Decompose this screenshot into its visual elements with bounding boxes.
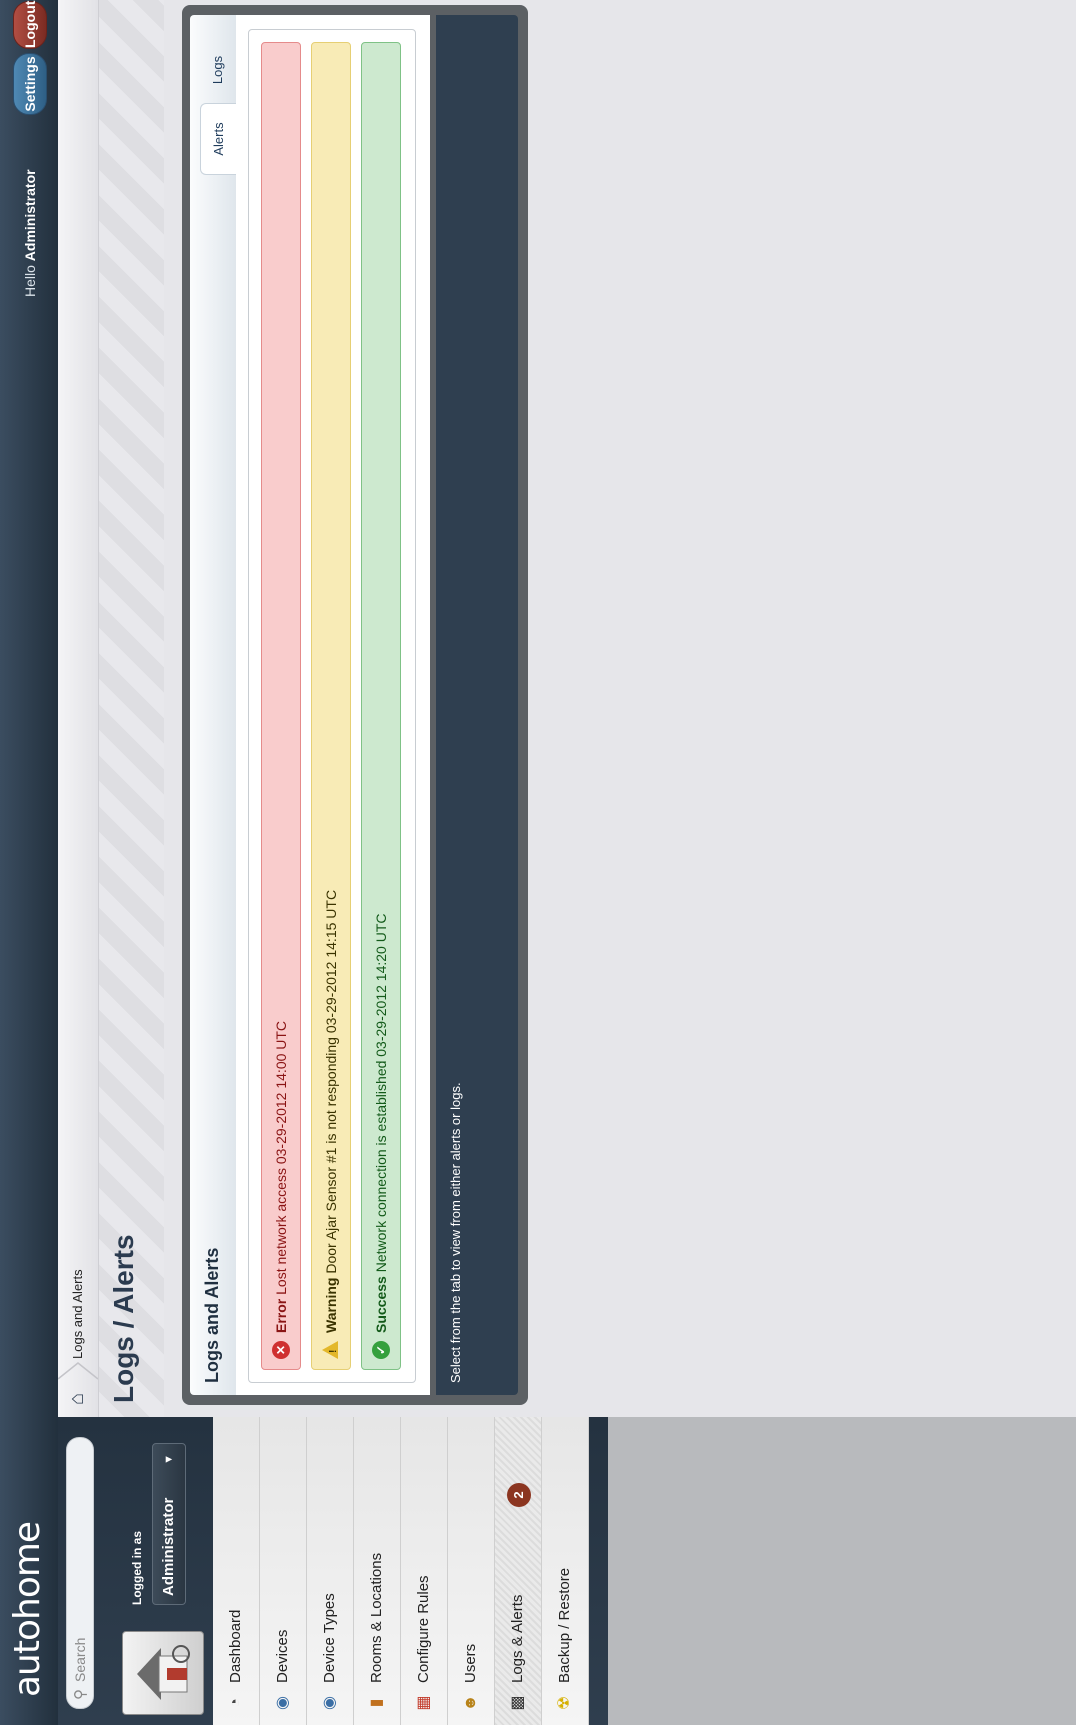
sidebar-item-label: Dashboard — [227, 1609, 244, 1683]
devices-icon: ◉ — [274, 1696, 291, 1710]
greeting-user: Administrator — [22, 169, 38, 262]
page-title: Logs / Alerts — [108, 1234, 139, 1403]
greeting: Hello Administrator — [22, 169, 38, 297]
logout-button[interactable]: Logout — [13, 1, 47, 49]
logged-in-label: Logged in as — [130, 1530, 144, 1605]
tab-logs[interactable]: Logs — [200, 45, 236, 95]
sidebar-item-label: Device Types — [321, 1593, 338, 1683]
greeting-prefix: Hello — [22, 265, 38, 297]
alert-warning: ! Warning Door Ajar Sensor #1 is not res… — [311, 42, 351, 1370]
search-placeholder: Search — [72, 1637, 88, 1682]
breadcrumb-current[interactable]: Logs and Alerts — [70, 1269, 85, 1359]
sidebar-item-device-types[interactable]: ◉ Device Types — [307, 1417, 354, 1725]
sidebar-background — [608, 1417, 1076, 1725]
user-select-value: Administrator — [160, 1497, 177, 1596]
app-screen: autohome Hello Administrator Settings Lo… — [0, 0, 1076, 1725]
sidebar-item-dashboard[interactable]: ◔ Dashboard — [213, 1417, 260, 1725]
alert-message: Door Ajar Sensor #1 is not responding 03… — [323, 889, 339, 1274]
alert-message: Lost network access 03-29-2012 14:00 UTC — [273, 1020, 289, 1295]
logs-alerts-panel: Logs and Alerts Alerts Logs ✕ Error Lost… — [182, 5, 528, 1405]
alert-success: ✓ Success Network connection is establis… — [361, 42, 401, 1370]
top-bar: autohome Hello Administrator Settings Lo… — [0, 0, 58, 1725]
breadcrumb-separator-icon — [58, 1362, 98, 1380]
alert-text: Success Network connection is establishe… — [362, 914, 400, 1333]
sidebar-item-label: Configure Rules — [415, 1575, 432, 1683]
alert-type: Success — [373, 1276, 389, 1333]
sidebar-item-label: Logs & Alerts — [509, 1594, 526, 1683]
settings-button[interactable]: Settings — [13, 53, 47, 115]
panel-title: Logs and Alerts — [202, 1247, 222, 1383]
main-content: ⌂ Logs and Alerts Logs / Alerts Logs and… — [58, 0, 1076, 1417]
breadcrumb: ⌂ Logs and Alerts — [58, 0, 99, 1417]
chevron-down-icon: ▼ — [163, 1454, 175, 1465]
avatar — [122, 1631, 204, 1715]
panel-footer: Select from the tab to view from either … — [436, 15, 518, 1395]
home-icon[interactable]: ⌂ — [66, 1393, 89, 1405]
alert-type: Error — [273, 1298, 289, 1333]
title-band — [99, 0, 164, 1417]
error-icon: ✕ — [272, 1341, 290, 1359]
tab-alerts[interactable]: Alerts — [200, 103, 237, 175]
alert-count-badge: 2 — [507, 1483, 531, 1507]
sidebar-item-label: Users — [462, 1643, 479, 1683]
sidebar-item-backup-restore[interactable]: ☢ Backup / Restore — [542, 1417, 589, 1725]
panel-footer-text: Select from the tab to view from either … — [448, 1082, 463, 1383]
sidebar-item-users[interactable]: ☻ Users — [448, 1417, 495, 1725]
radiation-icon: ☢ — [556, 1695, 573, 1711]
checkmark-icon: ✓ — [372, 1341, 390, 1359]
alert-text: Error Lost network access 03-29-2012 14:… — [262, 1021, 300, 1333]
device-types-icon: ◉ — [321, 1696, 338, 1710]
sidebar-item-label: Rooms & Locations — [368, 1552, 385, 1683]
calendar-icon: ▦ — [415, 1695, 432, 1711]
house-icon — [137, 1645, 190, 1700]
alert-text: Warning Door Ajar Sensor #1 is not respo… — [312, 890, 350, 1333]
sidebar-item-logs-alerts[interactable]: ▩ Logs & Alerts 2 — [495, 1417, 542, 1725]
sidebar-item-label: Devices — [274, 1629, 291, 1683]
user-icon: ☻ — [462, 1694, 479, 1712]
alert-message: Network connection is established 03-29-… — [373, 913, 389, 1273]
panel-header: Logs and Alerts Alerts Logs — [190, 15, 237, 1395]
warning-icon: ! — [322, 1341, 339, 1359]
user-select[interactable]: Administrator ▼ — [152, 1443, 186, 1605]
sidebar-nav: ◔ Dashboard ◉ Devices ◉ Device Types ▮ R… — [213, 1417, 589, 1725]
alerts-list: ✕ Error Lost network access 03-29-2012 1… — [248, 29, 416, 1383]
alert-type: Warning — [323, 1277, 339, 1333]
sidebar-item-configure-rules[interactable]: ▦ Configure Rules — [401, 1417, 448, 1725]
door-icon: ▮ — [368, 1698, 385, 1708]
logs-icon: ▩ — [509, 1695, 526, 1711]
logo: autohome — [7, 1521, 48, 1697]
sidebar-item-devices[interactable]: ◉ Devices — [260, 1417, 307, 1725]
alert-error: ✕ Error Lost network access 03-29-2012 1… — [261, 42, 301, 1370]
sidebar-item-rooms[interactable]: ▮ Rooms & Locations — [354, 1417, 401, 1725]
search-icon: ⚲ — [72, 1689, 89, 1700]
search-input[interactable]: ⚲ Search — [66, 1437, 94, 1709]
panel-body: ✕ Error Lost network access 03-29-2012 1… — [236, 15, 430, 1395]
dashboard-icon: ◔ — [227, 1698, 244, 1708]
sidebar: ⚲ Search Logged in as Administrator ▼ ◔ … — [58, 1417, 1076, 1725]
sidebar-item-label: Backup / Restore — [556, 1567, 573, 1683]
